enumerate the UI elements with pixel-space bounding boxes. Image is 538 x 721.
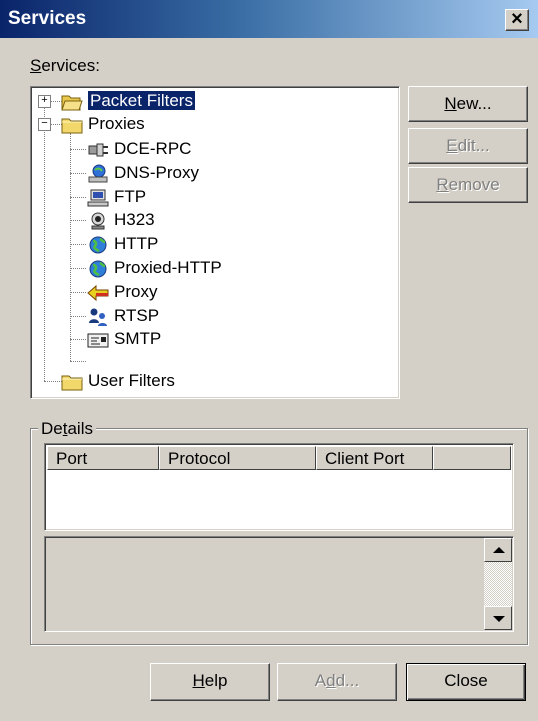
tree-line bbox=[70, 220, 86, 221]
webcam-icon bbox=[91, 212, 105, 230]
edit-button-label: dit... bbox=[457, 136, 490, 155]
new-button-accel: N bbox=[444, 94, 457, 113]
tree-item-dns-proxy[interactable]: DNS-Proxy bbox=[87, 162, 199, 184]
details-label-rest: ails bbox=[67, 419, 93, 438]
folder-icon bbox=[61, 118, 83, 134]
tree-line bbox=[70, 361, 86, 362]
add-button-accel: d bbox=[326, 671, 336, 690]
tree-item-label: Proxies bbox=[88, 114, 145, 133]
tree-item-http[interactable]: HTTP bbox=[87, 233, 158, 255]
new-button[interactable]: New... bbox=[408, 86, 528, 122]
tree-item-proxy[interactable]: Proxy bbox=[87, 281, 157, 303]
tree-item-label: RTSP bbox=[114, 306, 160, 325]
tree-line bbox=[44, 381, 62, 382]
tree-item-dce-rpc[interactable]: DCE-RPC bbox=[87, 138, 191, 160]
tree-line bbox=[70, 339, 86, 340]
tree-line bbox=[70, 292, 86, 293]
expand-packet-filters-button[interactable]: + bbox=[38, 95, 51, 108]
tree-item-label: FTP bbox=[114, 187, 147, 206]
close-icon[interactable]: × bbox=[505, 9, 529, 31]
tree-item-smtp[interactable]: SMTP bbox=[87, 328, 161, 350]
remove-button[interactable]: Remove bbox=[408, 167, 528, 203]
dns-icon bbox=[88, 164, 108, 183]
tree-line bbox=[70, 173, 86, 174]
tree-item-ftp[interactable]: FTP bbox=[87, 186, 146, 208]
tree-item-label: SMTP bbox=[114, 329, 162, 348]
tree-item-label: H323 bbox=[114, 210, 155, 229]
edit-button[interactable]: Edit... bbox=[408, 128, 528, 164]
remove-button-accel: R bbox=[436, 175, 449, 194]
details-scrollbar[interactable] bbox=[484, 538, 512, 630]
help-button[interactable]: Help bbox=[150, 663, 270, 701]
title-bar: Services × bbox=[0, 0, 538, 38]
edit-button-accel: E bbox=[446, 136, 458, 155]
tree-line bbox=[44, 101, 45, 381]
services-label-rest: ervices: bbox=[41, 56, 100, 75]
folder-open-icon bbox=[61, 95, 83, 111]
globe-icon bbox=[89, 260, 107, 278]
help-button-label: elp bbox=[204, 671, 228, 690]
close-button[interactable]: Close bbox=[406, 663, 526, 701]
tree-item-label: User Filters bbox=[88, 371, 175, 390]
tree-line bbox=[70, 133, 71, 361]
remove-button-label: emove bbox=[448, 175, 500, 194]
scroll-down-button[interactable] bbox=[484, 606, 512, 630]
arrow-left-icon bbox=[87, 284, 109, 301]
tree-item-h323[interactable]: H323 bbox=[87, 209, 155, 231]
services-tree[interactable]: + − Packet Filters Proxies DCE-RPC DNS-P… bbox=[30, 86, 400, 399]
plug-icon bbox=[88, 143, 108, 157]
collapse-proxies-button[interactable]: − bbox=[38, 118, 51, 131]
tree-item-proxies[interactable]: Proxies bbox=[61, 113, 145, 135]
tree-line bbox=[70, 244, 86, 245]
globe-icon bbox=[89, 236, 107, 254]
ports-list[interactable]: Port Protocol Client Port bbox=[44, 443, 514, 531]
tree-item-label: DCE-RPC bbox=[114, 139, 192, 158]
scroll-up-button[interactable] bbox=[484, 538, 512, 562]
mail-icon bbox=[87, 333, 109, 348]
column-header-port[interactable]: Port bbox=[47, 446, 159, 470]
add-button-label: d... bbox=[335, 671, 360, 690]
tree-item-proxied-http[interactable]: Proxied-HTTP bbox=[87, 257, 222, 279]
tree-line bbox=[70, 149, 86, 150]
tree-item-label: DNS-Proxy bbox=[114, 163, 200, 182]
tree-item-label: Proxied-HTTP bbox=[114, 258, 222, 277]
column-header-protocol[interactable]: Protocol bbox=[159, 446, 316, 470]
arrow-down-icon bbox=[493, 616, 505, 622]
tree-item-rtsp[interactable]: RTSP bbox=[87, 305, 159, 327]
tree-line bbox=[70, 316, 86, 317]
column-header-empty[interactable] bbox=[433, 446, 511, 470]
add-button[interactable]: Add... bbox=[277, 663, 397, 701]
tree-item-user-filters[interactable]: User Filters bbox=[61, 370, 175, 392]
folder-icon bbox=[61, 375, 83, 391]
tree-item-packet-filters[interactable]: Packet Filters bbox=[61, 90, 196, 112]
column-header-client-port[interactable]: Client Port bbox=[316, 446, 433, 470]
help-button-accel: H bbox=[192, 671, 205, 690]
tree-item-label: HTTP bbox=[114, 234, 159, 253]
tree-line bbox=[70, 268, 86, 269]
users-icon bbox=[89, 308, 107, 326]
details-label-pre: De bbox=[41, 419, 63, 438]
new-button-label: ew... bbox=[456, 94, 492, 113]
window-title: Services bbox=[8, 8, 87, 29]
details-text[interactable] bbox=[44, 536, 514, 632]
tree-line bbox=[70, 197, 86, 198]
details-label: Details bbox=[38, 419, 96, 439]
arrow-up-icon bbox=[493, 547, 505, 553]
services-label-accel: S bbox=[30, 56, 42, 75]
computer-icon bbox=[87, 189, 109, 207]
add-button-pre: A bbox=[314, 671, 327, 690]
tree-item-label: Proxy bbox=[114, 282, 158, 301]
services-label: Services: bbox=[30, 56, 100, 76]
tree-item-label: Packet Filters bbox=[87, 90, 196, 111]
